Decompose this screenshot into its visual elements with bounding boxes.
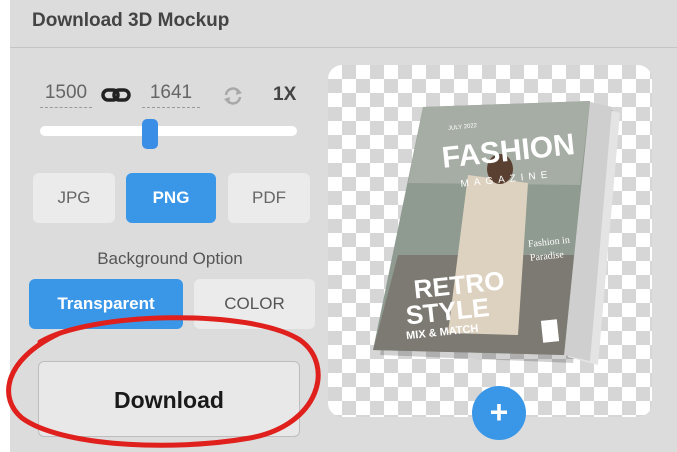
format-jpg-button[interactable]: JPG <box>33 173 115 223</box>
format-png-button[interactable]: PNG <box>126 173 216 223</box>
size-slider-thumb[interactable] <box>142 119 158 149</box>
height-input[interactable]: 1641 <box>142 82 200 108</box>
format-pdf-button[interactable]: PDF <box>228 173 310 223</box>
panel-header: Download 3D Mockup <box>10 0 677 48</box>
download-button[interactable]: Download <box>38 361 300 437</box>
panel-title: Download 3D Mockup <box>32 10 230 31</box>
magazine-mockup: FASHION MAGAZINE JULY 2022 Fashion in Pa… <box>373 101 620 365</box>
size-slider-track[interactable] <box>40 126 297 136</box>
scale-label[interactable]: 1X <box>273 84 296 106</box>
add-button[interactable]: + <box>472 386 526 440</box>
link-icon[interactable] <box>101 85 131 105</box>
mockup-preview: FASHION MAGAZINE JULY 2022 Fashion in Pa… <box>328 65 652 417</box>
background-option-label: Background Option <box>97 249 243 268</box>
refresh-icon[interactable] <box>222 86 244 106</box>
transparent-button[interactable]: Transparent <box>29 279 183 329</box>
color-button[interactable]: COLOR <box>194 279 315 329</box>
width-input[interactable]: 1500 <box>40 82 92 108</box>
